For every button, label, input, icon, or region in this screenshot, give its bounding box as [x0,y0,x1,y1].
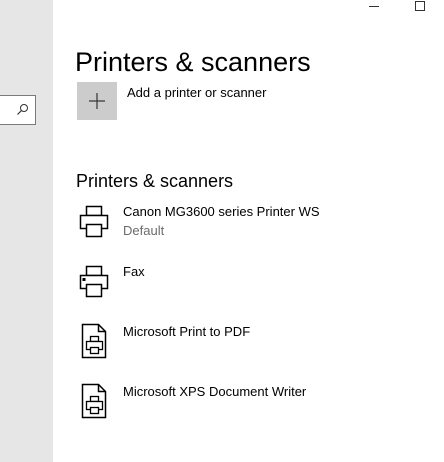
printer-name: Fax [123,264,145,279]
add-printer-button[interactable]: Add a printer or scanner [76,80,376,122]
printer-name: Microsoft Print to PDF [123,324,251,339]
maximize-icon [415,1,425,11]
sidebar [0,0,53,462]
printer-item[interactable]: Microsoft XPS Document Writer [76,380,416,430]
printer-status: Default [123,223,165,238]
search-icon [17,104,28,115]
printer-item[interactable]: Fax [76,260,416,310]
printer-item[interactable]: Microsoft Print to PDF [76,320,416,370]
printer-icon [79,205,109,238]
page-title: Printers & scanners [75,47,311,77]
minimize-button[interactable] [351,0,397,14]
add-tile[interactable] [77,82,117,120]
printer-item[interactable]: Canon MG3600 series Printer WS Default [76,200,416,250]
add-printer-label[interactable]: Add a printer or scanner [127,84,266,101]
fax-printer-icon [79,265,109,298]
document-printer-icon [81,323,107,359]
plus-icon [89,93,105,109]
document-printer-icon [81,383,107,419]
maximize-button[interactable] [397,0,443,14]
search-input[interactable] [0,95,36,125]
section-title: Printers & scanners [76,171,234,191]
printer-name: Microsoft XPS Document Writer [123,384,307,399]
minimize-icon [369,6,379,7]
printer-name: Canon MG3600 series Printer WS [123,204,320,219]
